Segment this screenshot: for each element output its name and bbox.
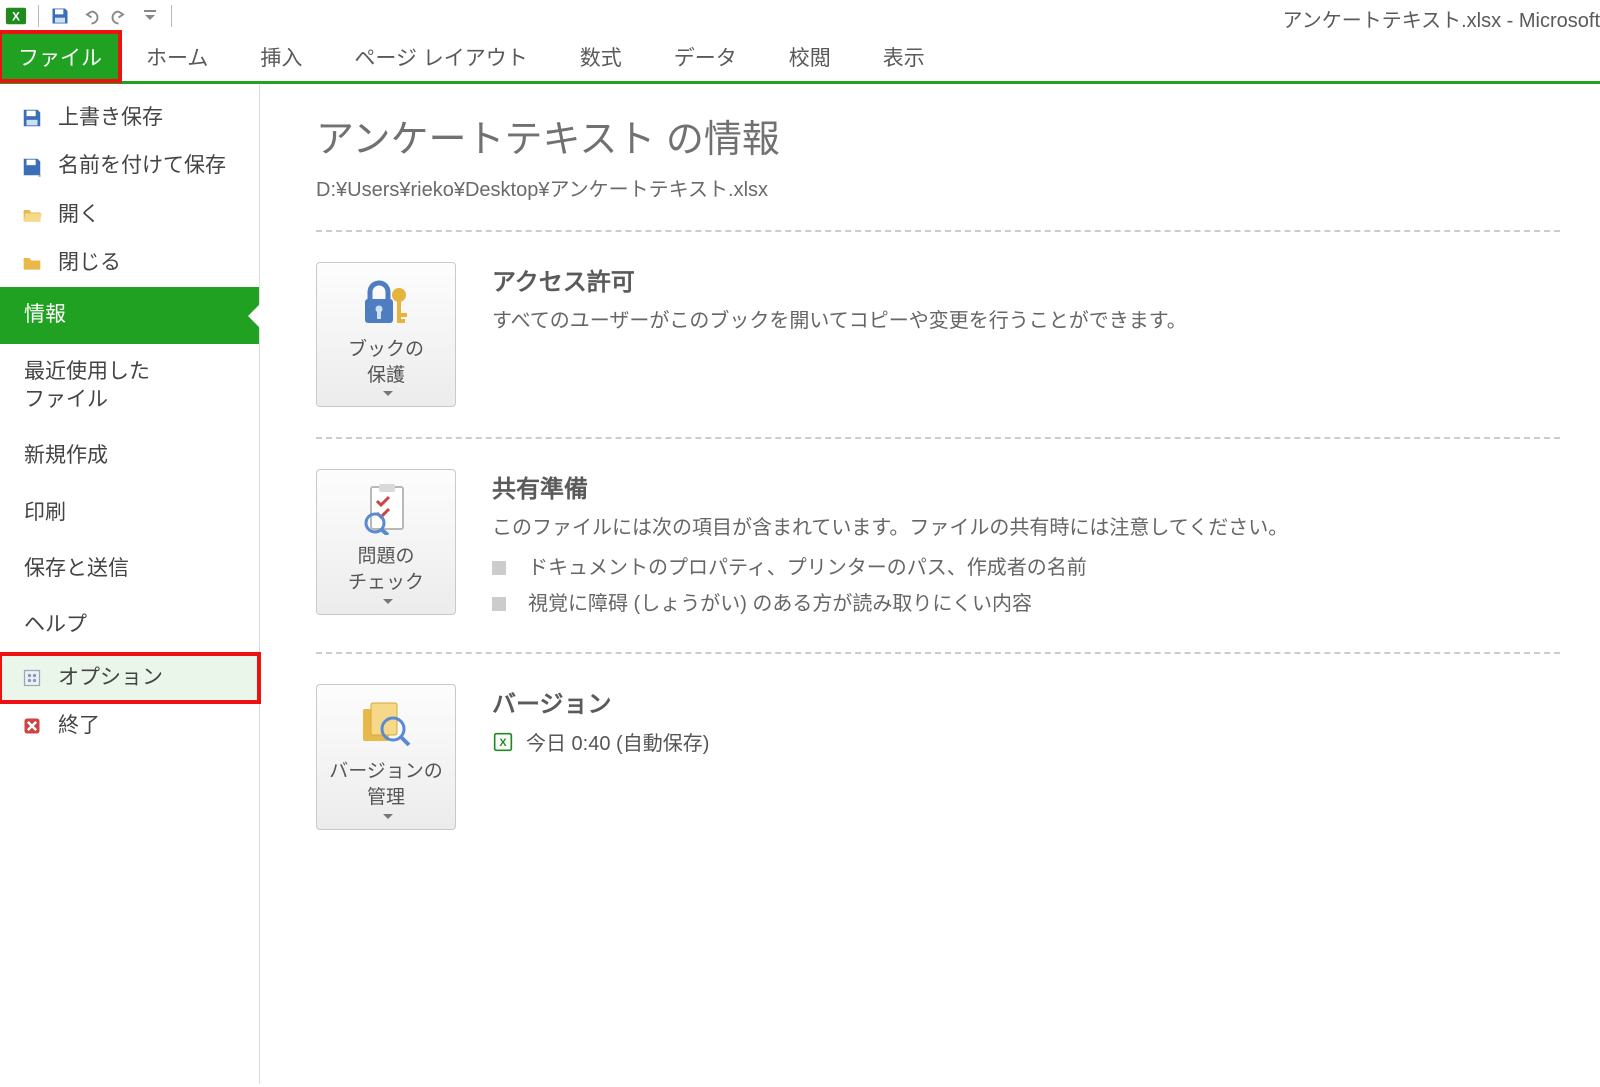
tab-formulas[interactable]: 数式 [554,32,648,81]
list-text: ドキュメントのプロパティ、プリンターのパス、作成者の名前 [528,550,1087,586]
nav-label: 情報 [24,301,66,329]
tab-view[interactable]: 表示 [857,32,951,81]
lock-key-icon [359,273,413,331]
excel-file-icon: X [492,731,514,753]
tab-page-layout[interactable]: ページ レイアウト [328,32,553,81]
nav-new[interactable]: 新規作成 [0,428,259,484]
nav-label: 上書き保存 [58,104,163,132]
separator [171,5,172,27]
folder-icon [20,251,44,275]
permissions-desc: すべてのユーザーがこのブックを開いてコピーや変更を行うことができます。 [492,305,1560,337]
chevron-down-icon [383,391,393,401]
nav-label: 印刷 [24,499,66,527]
permissions-heading: アクセス許可 [492,262,1560,297]
nav-options[interactable]: オプション [0,654,259,702]
title-bar: X アンケートテキスト.xlsx - Microsoft [0,0,1600,32]
nav-help[interactable]: ヘルプ [0,597,259,653]
tab-home[interactable]: ホーム [120,32,234,81]
manage-versions-button[interactable]: バージョンの 管理 [316,684,456,829]
options-icon [20,666,44,690]
versions-heading: バージョン [492,684,1560,719]
tab-data[interactable]: データ [648,32,763,81]
button-label: ブックの 保護 [348,337,424,388]
prepare-heading: 共有準備 [492,469,1560,504]
save-icon[interactable] [45,2,75,30]
list-item: ドキュメントのプロパティ、プリンターのパス、作成者の名前 [492,550,1560,586]
nav-label: 開く [58,201,100,229]
nav-recent[interactable]: 最近使用した ファイル [0,344,259,429]
prepare-desc: このファイルには次の項目が含まれています。ファイルの共有時には注意してください。 [492,512,1560,544]
backstage-nav: 上書き保存 名前を付けて保存 開く 閉じる 情報 最近使用した ファイル [0,84,260,1084]
nav-save-as[interactable]: 名前を付けて保存 [0,142,259,190]
list-item: 視覚に障碍 (しょうがい) のある方が読み取りにくい内容 [492,586,1560,622]
list-text: 視覚に障碍 (しょうがい) のある方が読み取りにくい内容 [528,586,1032,622]
exit-icon [20,714,44,738]
nav-save-send[interactable]: 保存と送信 [0,541,259,597]
nav-label: 新規作成 [24,442,108,470]
nav-label: 終了 [58,712,100,740]
ribbon-tabs: ファイル ホーム 挿入 ページ レイアウト 数式 データ 校閲 表示 [0,32,1600,84]
tab-insert[interactable]: 挿入 [234,32,328,81]
nav-label: 保存と送信 [24,555,129,583]
permissions-section: ブックの 保護 アクセス許可 すべてのユーザーがこのブックを開いてコピーや変更を… [316,262,1560,407]
file-path: D:¥Users¥rieko¥Desktop¥アンケートテキスト.xlsx [316,173,1560,202]
nav-label: 最近使用した ファイル [24,358,150,415]
nav-label: ヘルプ [24,611,87,639]
page-title: アンケートテキスト の情報 [316,108,1560,163]
version-text: 今日 0:40 (自動保存) [526,727,709,756]
button-label: バージョンの 管理 [329,759,443,810]
redo-icon[interactable] [105,2,135,30]
tab-review[interactable]: 校閲 [763,32,857,81]
customize-qat-dropdown-icon[interactable] [135,2,165,30]
nav-label: 閉じる [58,249,121,277]
versions-section: バージョンの 管理 バージョン X 今日 0:40 (自動保存) [316,684,1560,829]
excel-app-icon: X [2,2,30,30]
bullet-icon [492,597,506,611]
window-title: アンケートテキスト.xlsx - Microsoft [1283,4,1600,33]
nav-exit[interactable]: 終了 [0,702,259,750]
chevron-down-icon [383,814,393,824]
version-entry[interactable]: X 今日 0:40 (自動保存) [492,727,1560,756]
save-icon [20,106,44,130]
chevron-down-icon [383,599,393,609]
svg-text:X: X [499,737,507,749]
nav-close[interactable]: 閉じる [0,239,259,287]
divider [316,652,1560,654]
tab-file[interactable]: ファイル [0,32,120,81]
prepare-section: 問題の チェック 共有準備 このファイルには次の項目が含まれています。ファイルの… [316,469,1560,622]
folder-open-icon [20,203,44,227]
check-issues-button[interactable]: 問題の チェック [316,469,456,614]
nav-open[interactable]: 開く [0,191,259,239]
backstage: 上書き保存 名前を付けて保存 開く 閉じる 情報 最近使用した ファイル [0,84,1600,1084]
divider [316,230,1560,232]
divider [316,437,1560,439]
button-label: 問題の チェック [348,544,424,595]
checklist-icon [361,480,411,538]
nav-label: 名前を付けて保存 [58,152,226,180]
nav-save[interactable]: 上書き保存 [0,94,259,142]
separator [38,5,39,27]
nav-label: オプション [58,664,163,692]
bullet-icon [492,561,506,575]
backstage-content: アンケートテキスト の情報 D:¥Users¥rieko¥Desktop¥アンケ… [260,84,1600,1084]
protect-workbook-button[interactable]: ブックの 保護 [316,262,456,407]
svg-text:X: X [12,10,20,24]
undo-icon[interactable] [75,2,105,30]
nav-info[interactable]: 情報 [0,287,259,343]
save-as-icon [20,155,44,179]
nav-print[interactable]: 印刷 [0,485,259,541]
versions-icon [359,695,413,753]
